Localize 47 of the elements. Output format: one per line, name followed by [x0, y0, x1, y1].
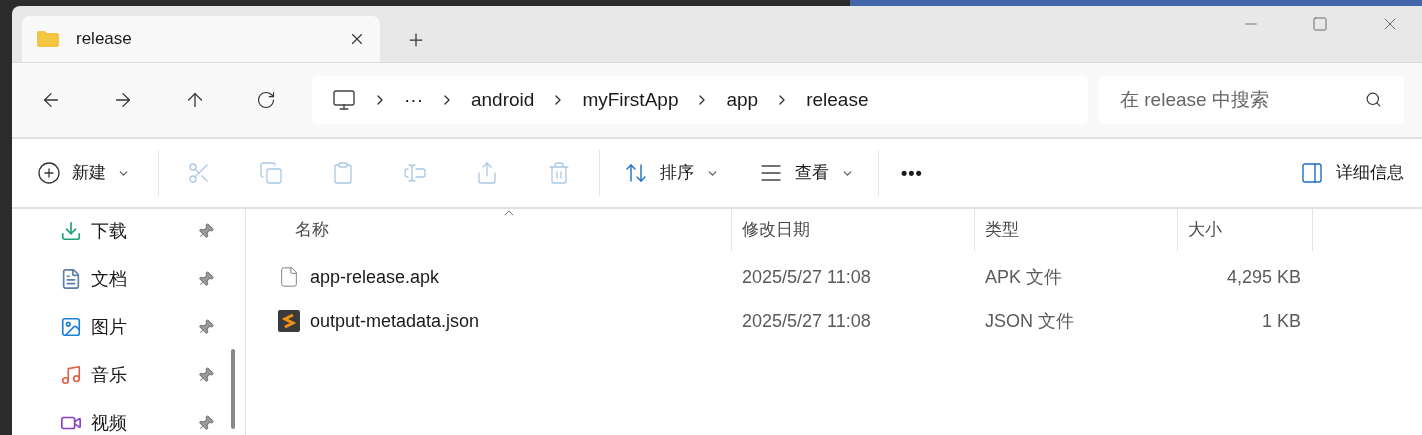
file-size: 1 KB	[1260, 309, 1302, 333]
plus-icon	[37, 161, 61, 186]
scrollbar-thumb[interactable]	[230, 349, 235, 429]
more-button[interactable]: •••	[901, 159, 923, 187]
details-button[interactable]: 详细信息	[1300, 160, 1404, 186]
breadcrumb[interactable]: app	[726, 85, 759, 115]
script-file-icon	[278, 310, 300, 332]
address-bar[interactable]: ··· android myFirstApp app release	[312, 76, 1088, 125]
breadcrumb[interactable]: ···	[404, 85, 423, 115]
sort-button[interactable]: 排序	[624, 160, 719, 186]
file-icon	[278, 265, 300, 289]
breadcrumb[interactable]: android	[471, 85, 535, 115]
column-header[interactable]: 修改日期	[732, 209, 975, 251]
music-icon	[60, 364, 82, 386]
column-header[interactable]: 大小	[1178, 209, 1313, 251]
search-icon	[1365, 91, 1382, 109]
image-icon	[60, 316, 82, 338]
file-row[interactable]: output-metadata.json 2025/5/27 11:08 JSON 文件 1 KB	[246, 299, 1422, 343]
sidebar-item[interactable]: 音乐	[60, 363, 214, 387]
view-button[interactable]: 查看	[759, 160, 854, 186]
tab-title: release	[76, 27, 132, 50]
file-type: APK 文件	[984, 265, 1064, 289]
document-icon	[60, 268, 82, 290]
tab[interactable]: release	[22, 15, 380, 62]
breadcrumb[interactable]: myFirstApp	[582, 85, 679, 115]
column-header[interactable]: 名称	[270, 209, 732, 251]
refresh-icon[interactable]	[256, 90, 276, 111]
sidebar-item[interactable]: 下载	[60, 219, 214, 243]
details-pane-icon	[1300, 161, 1324, 186]
search-field[interactable]: 在 release 中搜索	[1098, 76, 1404, 125]
file-size: 4,295 KB	[1225, 265, 1302, 289]
new-button[interactable]: 新建	[37, 160, 130, 186]
sidebar-item[interactable]: 文档	[60, 267, 214, 291]
sidebar-item[interactable]: 视频	[60, 411, 214, 435]
modified-date: 2025/5/27 11:08	[741, 265, 872, 289]
folder-icon	[36, 29, 60, 48]
sidebar-item[interactable]: 图片	[60, 315, 214, 339]
file-row[interactable]: app-release.apk 2025/5/27 11:08 APK 文件 4,295 KB	[246, 255, 1422, 299]
maximize-icon[interactable]	[1312, 16, 1328, 32]
file-name: output-metadata.json	[310, 309, 480, 333]
download-icon	[60, 220, 82, 242]
breadcrumb[interactable]: release	[806, 85, 869, 115]
file-type: JSON 文件	[984, 309, 1075, 333]
file-name: app-release.apk	[310, 265, 440, 289]
computer-icon	[332, 88, 356, 113]
modified-date: 2025/5/27 11:08	[741, 309, 872, 333]
column-header[interactable]: 类型	[975, 209, 1178, 251]
